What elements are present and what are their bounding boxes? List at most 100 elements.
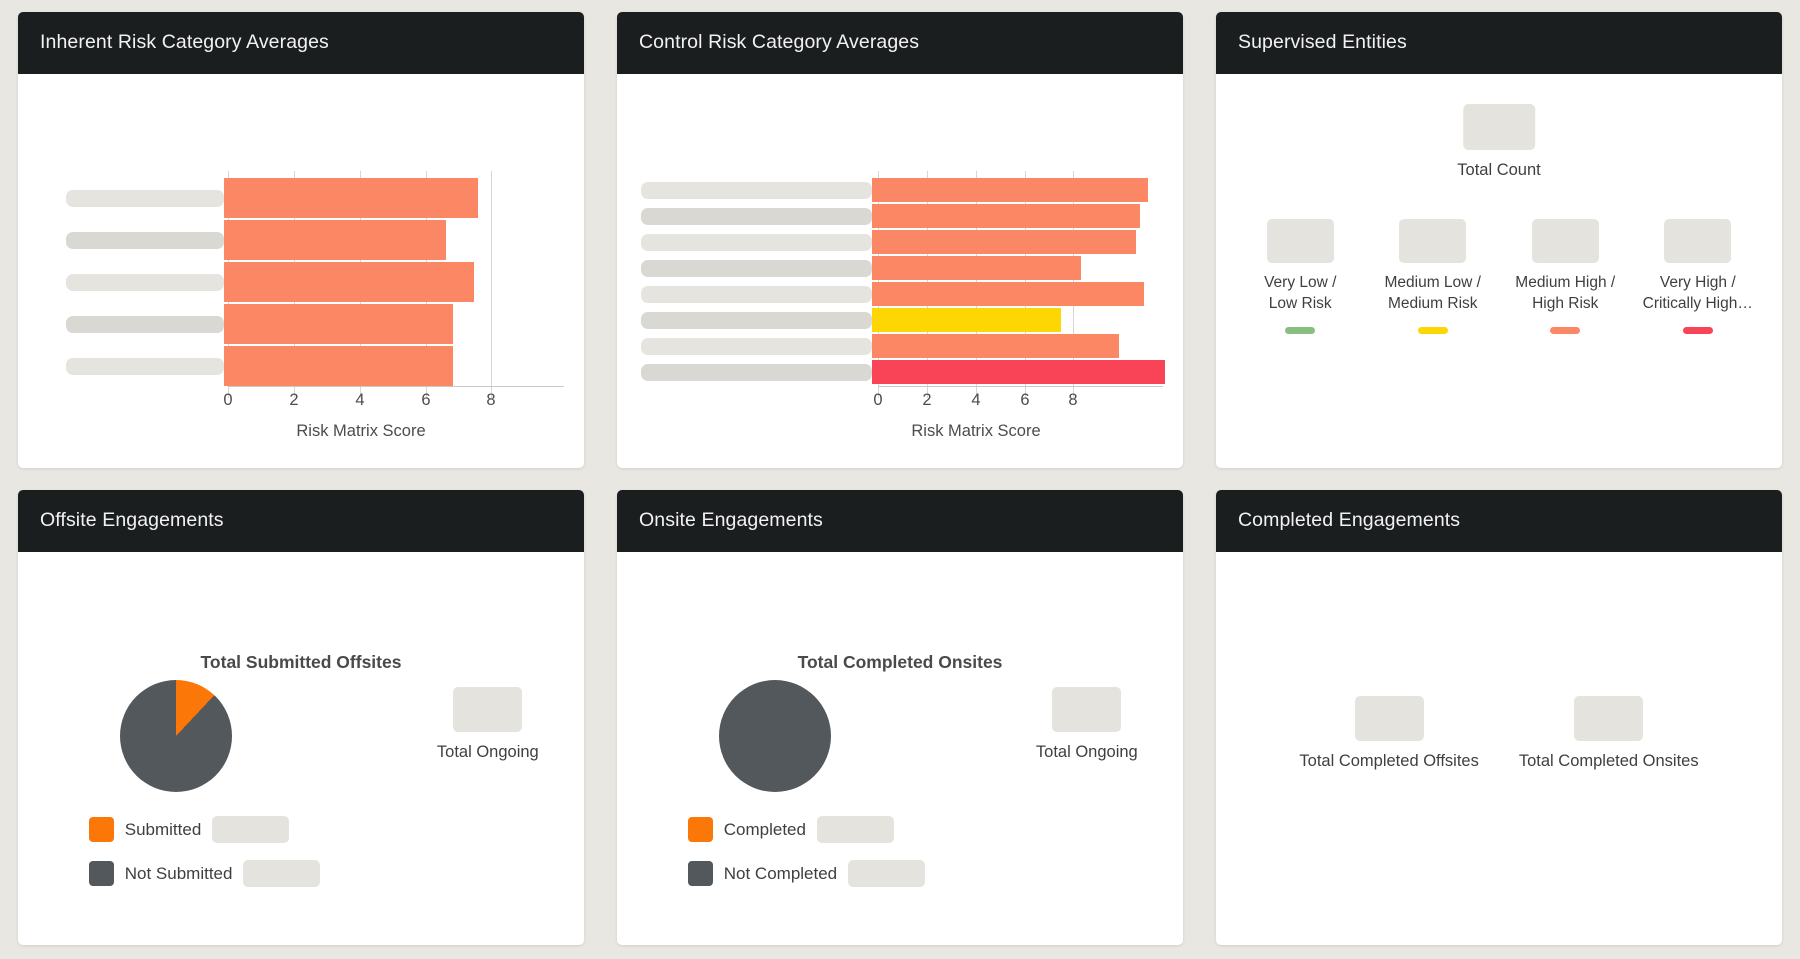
bar-track	[872, 360, 1183, 384]
legend-label-submitted: Submitted	[124, 819, 202, 839]
bar-track	[872, 178, 1183, 202]
kpi-total-caption: Total Count	[1457, 161, 1541, 179]
offsite-body: Total Submitted Offsites Total Ongoing S…	[18, 552, 584, 946]
bar-row	[66, 178, 584, 218]
bar-track	[872, 308, 1183, 332]
bar-chart-control-risk: 0 2 4 6 8 Risk Matrix Score	[617, 74, 1183, 468]
kpi-cell-label: Very Low / Low Risk	[1264, 274, 1337, 312]
bar-row	[66, 346, 584, 386]
completed-body: Total Completed Offsites Total Completed…	[1216, 552, 1782, 946]
bar-category-label-placeholder	[641, 337, 872, 355]
bar-row	[66, 262, 584, 302]
bar-track	[872, 282, 1183, 306]
bar-category-label-placeholder	[641, 363, 872, 381]
pie-chart-offsite	[120, 679, 233, 792]
kpi-value-placeholder	[1266, 219, 1334, 263]
risk-swatch-medium-low-medium	[1417, 327, 1448, 335]
kpi-value-placeholder	[1399, 219, 1467, 263]
pie-area-offsite	[18, 679, 335, 792]
kpi-value-placeholder	[1531, 219, 1599, 263]
kpi-value-placeholder	[1664, 219, 1732, 263]
dashboard: Inherent Risk Category Averages 0 2 4 6 …	[0, 0, 1800, 959]
x-axis-title: Risk Matrix Score	[911, 422, 1041, 440]
card-title-supervised-entities: Supervised Entities	[1216, 12, 1782, 74]
bar-category-label-placeholder	[66, 231, 224, 249]
card-completed-engagements: Completed Engagements Total Completed Of…	[1216, 489, 1782, 946]
bar-category-label-placeholder	[66, 273, 224, 291]
card-supervised-entities: Supervised Entities Total Count Very Low…	[1216, 12, 1782, 468]
onsite-body: Total Completed Onsites Total Ongoing Co…	[617, 552, 1183, 946]
legend-value-placeholder-not-completed	[848, 860, 926, 887]
pie-legend-onsite: Completed Not Completed	[617, 816, 1183, 887]
bar-fill	[224, 220, 446, 260]
legend-label-not-completed: Not Completed	[723, 863, 838, 883]
legend-value-placeholder-completed	[816, 816, 894, 843]
bar-fill	[872, 204, 1140, 228]
completed-metrics: Total Completed Offsites Total Completed…	[1216, 552, 1782, 946]
bar-fill	[224, 304, 454, 344]
kpi-total-count: Total Count	[1457, 104, 1541, 180]
total-ongoing-caption: Total Ongoing	[436, 742, 539, 761]
pie-title-offsite: Total Submitted Offsites	[200, 651, 402, 672]
bar-row	[641, 360, 1183, 384]
x-tick-8: 8	[1068, 391, 1078, 409]
bar-row	[641, 178, 1183, 202]
x-tick-2: 2	[289, 391, 299, 409]
bar-track	[224, 304, 584, 344]
pie-card-offsite: Total Submitted Offsites Total Ongoing S…	[18, 552, 584, 946]
bar-row	[641, 230, 1183, 254]
bar-chart-inherent-risk: 0 2 4 6 8 Risk Matrix Score	[18, 74, 584, 468]
bar-track	[224, 178, 584, 218]
card-control-risk: Control Risk Category Averages 0 2 4 6 8…	[617, 12, 1183, 468]
bar-category-label-placeholder	[641, 285, 872, 303]
legend-label-not-submitted: Not Submitted	[124, 863, 233, 883]
risk-swatch-medium-high-high	[1550, 327, 1581, 335]
bar-row	[641, 204, 1183, 228]
card-title-onsite-engagements: Onsite Engagements	[617, 489, 1183, 552]
bar-row	[641, 308, 1183, 332]
legend-item-submitted: Submitted	[88, 816, 584, 843]
bar-row	[66, 304, 584, 344]
metric-total-completed-offsites: Total Completed Offsites	[1299, 695, 1479, 771]
total-ongoing-caption: Total Ongoing	[1035, 742, 1138, 761]
pie-chart-onsite	[719, 679, 832, 792]
bar-track	[224, 220, 584, 260]
x-tick-2: 2	[922, 391, 932, 409]
pie-card-onsite: Total Completed Onsites Total Ongoing Co…	[617, 552, 1183, 946]
legend-swatch-completed	[687, 817, 713, 842]
kpi-cell-very-low-low-risk: Very Low / Low Risk	[1241, 219, 1359, 335]
bar-fill	[872, 360, 1166, 384]
risk-swatch-very-low-low	[1285, 327, 1316, 335]
card-title-inherent-risk: Inherent Risk Category Averages	[18, 12, 584, 74]
bar-fill	[872, 282, 1145, 306]
kpi-total-value-placeholder	[1463, 104, 1535, 150]
offsite-total-ongoing: Total Ongoing	[436, 686, 539, 762]
bar-category-label-placeholder	[641, 207, 872, 225]
bar-row	[641, 256, 1183, 280]
x-tick-6: 6	[1020, 391, 1030, 409]
pie-title-onsite: Total Completed Onsites	[797, 651, 1003, 672]
card-title-control-risk: Control Risk Category Averages	[617, 12, 1183, 74]
kpi-cell-medium-low-medium-risk: Medium Low / Medium Risk	[1374, 219, 1492, 335]
legend-item-not-completed: Not Completed	[687, 860, 1183, 887]
bar-category-label-placeholder	[641, 259, 872, 277]
bar-row	[66, 220, 584, 260]
bar-row	[641, 334, 1183, 358]
x-tick-0: 0	[873, 391, 883, 409]
bar-track	[872, 204, 1183, 228]
x-axis-title: Risk Matrix Score	[296, 422, 426, 440]
metric-value-placeholder	[1354, 695, 1424, 741]
metric-caption: Total Completed Offsites	[1299, 751, 1479, 770]
legend-item-not-submitted: Not Submitted	[88, 860, 584, 887]
bar-fill	[872, 256, 1082, 280]
legend-swatch-not-submitted	[88, 861, 114, 886]
bar-track	[224, 262, 584, 302]
kpi-cell-label: Medium Low / Medium Risk	[1384, 274, 1481, 312]
bar-category-label-placeholder	[66, 315, 224, 333]
kpi-cell-medium-high-high-risk: Medium High / High Risk	[1506, 219, 1624, 335]
x-tick-6: 6	[421, 391, 431, 409]
bar-fill	[872, 230, 1136, 254]
kpi-cell-label: Medium High / High Risk	[1515, 274, 1616, 312]
bar-fill	[872, 178, 1149, 202]
x-axis-line	[228, 386, 564, 387]
